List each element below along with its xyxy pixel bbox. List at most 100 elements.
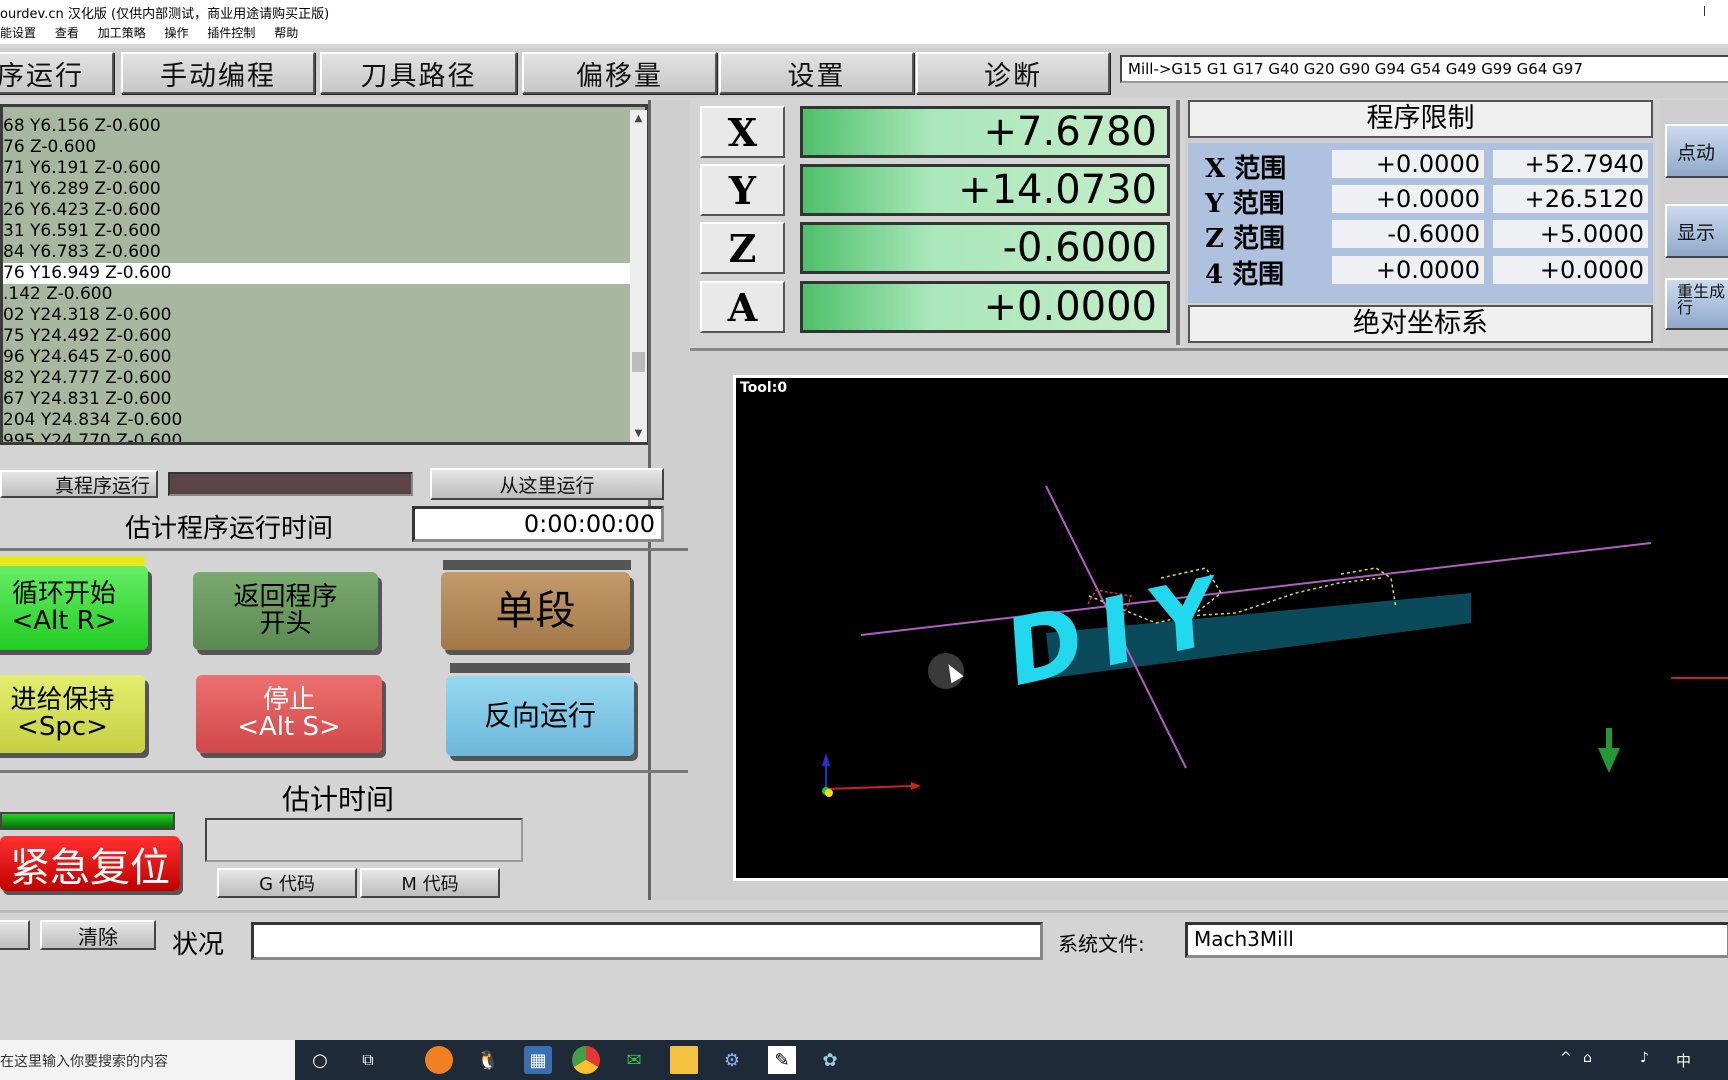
cycle-start-button[interactable]: 循环开始 <Alt R> <box>0 566 148 650</box>
dro-axis-a-value[interactable]: +0.0000 <box>800 281 1170 333</box>
program-limits-title: 程序限制 <box>1188 100 1653 138</box>
tab-mdi[interactable]: 手动编程 <box>121 52 315 94</box>
gcode-line[interactable]: 995 Y24.770 Z-0.600 <box>3 431 633 442</box>
menu-item-help[interactable]: 帮助 <box>274 26 298 40</box>
gcode-list[interactable]: 68 Y6.156 Z-0.600 76 Z-0.600 71 Y6.191 Z-0… <box>0 104 648 445</box>
clear-button[interactable]: 清除 <box>40 920 156 950</box>
status-label: 状况 <box>172 930 225 960</box>
reset-led <box>0 812 175 830</box>
scroll-up-icon[interactable]: ▲ <box>630 110 647 127</box>
tool-label: Tool:0 <box>740 380 788 396</box>
mach3-icon[interactable]: ⚙ <box>718 1046 746 1074</box>
tab-program-run[interactable]: 序运行 <box>0 52 114 94</box>
chrome-icon[interactable] <box>572 1046 600 1074</box>
gcode-line[interactable]: 68 Y6.156 Z-0.600 <box>3 116 633 137</box>
app-icon[interactable]: ✎ <box>768 1046 796 1074</box>
feed-hold-button[interactable]: 进给保持 <Spc> <box>0 675 145 753</box>
rewind-button[interactable]: 返回程序 开头 <box>193 572 378 650</box>
limit-max-value: +26.5120 <box>1493 185 1648 213</box>
file-explorer-icon[interactable] <box>670 1046 698 1074</box>
gcode-line[interactable]: 96 Y24.645 Z-0.600 <box>3 347 633 368</box>
menu-item-operator[interactable]: 操作 <box>165 26 189 40</box>
gcode-line[interactable]: 76 Y16.949 Z-0.600 <box>3 263 633 284</box>
tab-diagnostics[interactable]: 诊断 <box>916 52 1110 94</box>
calculator-icon[interactable]: ▦ <box>524 1046 552 1074</box>
jog-button[interactable]: 点动 <box>1665 124 1728 178</box>
limit-row-label: X 范围 <box>1205 154 1287 184</box>
gcode-line[interactable]: .142 Z-0.600 <box>3 284 633 305</box>
limit-min-value: -0.6000 <box>1332 220 1484 248</box>
toolpath-viewer[interactable]: DIY <box>733 375 1728 881</box>
modal-gcode-display: Mill->G15 G1 G17 G40 G20 G90 G94 G54 G49… <box>1120 55 1728 83</box>
single-block-button[interactable]: 单段 <box>441 572 630 650</box>
tab-offsets[interactable]: 偏移量 <box>522 52 717 94</box>
g-codes-button[interactable]: G 代码 <box>217 868 357 898</box>
run-from-here-button[interactable]: 从这里运行 <box>430 468 664 500</box>
reverse-run-button[interactable]: 反向运行 <box>446 676 634 756</box>
estimate-time-label: 估计程序运行时间 <box>125 514 334 544</box>
m-codes-button[interactable]: M 代码 <box>360 868 500 898</box>
cortana-icon[interactable]: ○ <box>306 1046 334 1074</box>
reverse-run-led <box>450 663 630 673</box>
gcode-line[interactable]: 67 Y24.831 Z-0.600 <box>3 389 633 410</box>
browser-app-icon[interactable] <box>425 1046 453 1074</box>
gcode-line[interactable]: 82 Y24.777 Z-0.600 <box>3 368 633 389</box>
gcode-line[interactable]: 84 Y6.783 Z-0.600 <box>3 242 633 263</box>
regenerate-button[interactable]: 重生成 行 <box>1665 278 1728 330</box>
gcode-line[interactable]: 31 Y6.591 Z-0.600 <box>3 221 633 242</box>
gcode-line[interactable]: 26 Y6.423 Z-0.600 <box>3 200 633 221</box>
section-divider <box>0 548 688 551</box>
tray-expand-icon[interactable]: ^ <box>1560 1050 1572 1066</box>
tool-arrow-icon <box>1598 728 1620 773</box>
menu-item-view[interactable]: 查看 <box>55 26 79 40</box>
taskbar-search-input[interactable]: 在这里输入你要搜索的内容 <box>0 1040 295 1080</box>
status-divider <box>0 910 1728 913</box>
scroll-thumb[interactable] <box>632 352 645 372</box>
estop-reset-button[interactable]: 紧急复位 <box>0 836 180 891</box>
settings-gear-icon[interactable]: ✿ <box>816 1046 844 1074</box>
cycle-start-led <box>0 556 145 566</box>
simulate-run-button[interactable]: 真程序运行 <box>0 470 158 498</box>
gcode-line[interactable]: 71 Y6.289 Z-0.600 <box>3 179 633 200</box>
tab-settings[interactable]: 设置 <box>719 52 914 94</box>
volume-icon[interactable]: ♪ <box>1640 1050 1649 1066</box>
menu-item-wizards[interactable]: 加工策略 <box>98 26 146 40</box>
limit-min-value: +0.0000 <box>1332 256 1484 284</box>
qq-icon[interactable]: 🐧 <box>474 1046 502 1074</box>
display-button[interactable]: 显示 <box>1665 204 1728 258</box>
gcode-line[interactable]: 204 Y24.834 Z-0.600 <box>3 410 633 431</box>
task-view-icon[interactable]: ⧉ <box>354 1046 382 1074</box>
menu-item-config[interactable]: 能设置 <box>0 26 36 40</box>
single-block-led <box>443 560 631 570</box>
dro-axis-y-value[interactable]: +14.0730 <box>800 164 1170 216</box>
gcode-line[interactable]: 75 Y24.492 Z-0.600 <box>3 326 633 347</box>
sysfile-label: 系统文件: <box>1058 932 1145 956</box>
menu-item-plugins[interactable]: 插件控制 <box>207 26 255 40</box>
sysfile-value: Mach3Mill <box>1185 922 1728 958</box>
network-icon[interactable]: ⌂ <box>1583 1050 1592 1066</box>
gcode-list-scrollbar[interactable]: ▲ ▼ <box>630 110 647 442</box>
tab-toolpath[interactable]: 刀具路径 <box>320 52 517 94</box>
window-title: ourdev.cn 汉化版 (仅供内部测试，商业用途请购买正版) <box>0 7 330 22</box>
maximize-icon[interactable] <box>1704 6 1716 16</box>
gcode-line[interactable]: 02 Y24.318 Z-0.600 <box>3 305 633 326</box>
dro-axis-x-value[interactable]: +7.6780 <box>800 106 1170 158</box>
ime-indicator[interactable]: 中 <box>1676 1050 1691 1071</box>
axis-triad-icon <box>822 753 921 797</box>
dro-axis-z-label[interactable]: Z <box>700 222 785 274</box>
gcode-line[interactable]: 71 Y6.191 Z-0.600 <box>3 158 633 179</box>
stop-button[interactable]: 停止 <Alt S> <box>196 675 382 753</box>
limit-max-value: +5.0000 <box>1493 220 1648 248</box>
dro-axis-x-label[interactable]: X <box>700 106 785 158</box>
limit-row-label: Y 范围 <box>1205 189 1285 219</box>
wechat-icon[interactable]: ✉ <box>620 1046 648 1074</box>
engraving-text: DIY <box>1004 552 1238 708</box>
history-button[interactable] <box>0 920 30 950</box>
dro-axis-y-label[interactable]: Y <box>700 164 785 216</box>
estimated-time-label: 估计时间 <box>282 783 395 816</box>
dro-axis-z-value[interactable]: -0.6000 <box>800 222 1170 274</box>
gcode-line[interactable]: 76 Z-0.600 <box>3 137 633 158</box>
status-message-box <box>251 922 1043 960</box>
dro-axis-a-label[interactable]: A <box>700 281 785 333</box>
scroll-down-icon[interactable]: ▼ <box>630 425 647 442</box>
